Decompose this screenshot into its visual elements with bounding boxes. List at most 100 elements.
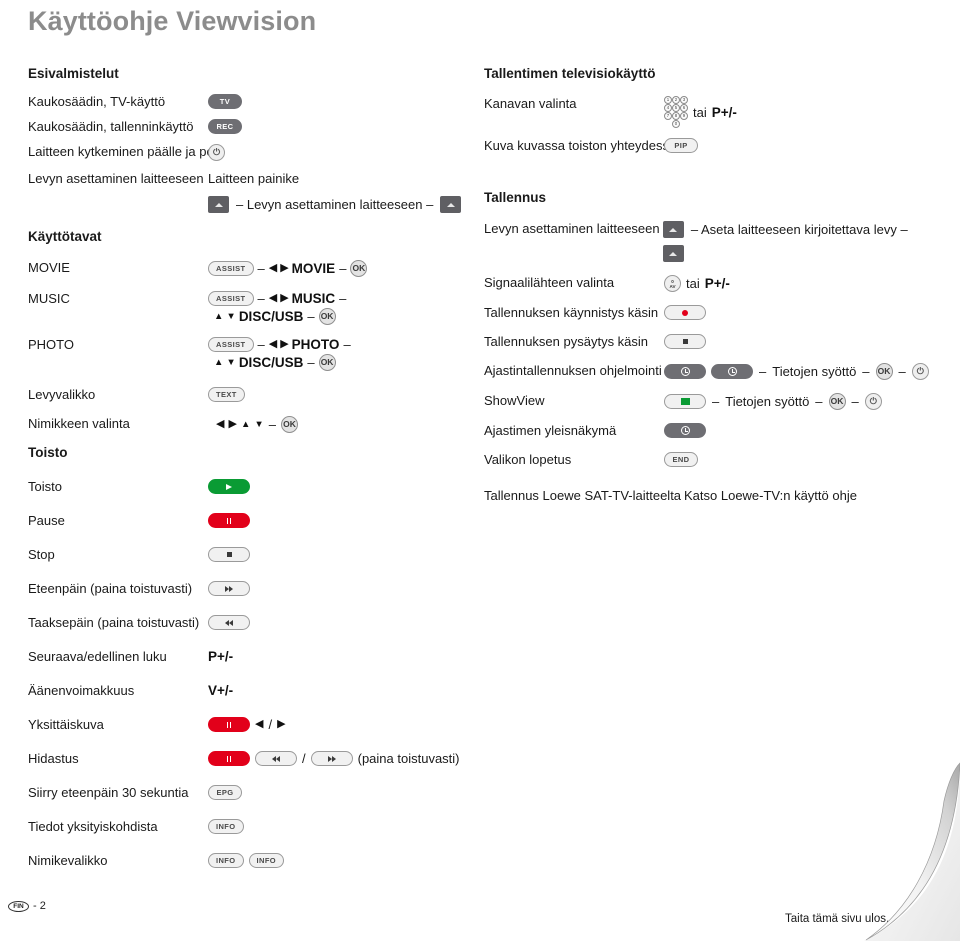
p-plus-minus-label[interactable]: P+/- [712,105,737,120]
section-heading-kayttotavat: Käyttötavat [28,229,102,244]
info-button[interactable]: INFO [208,853,244,868]
arrow-up-icon[interactable]: ▲ [241,419,250,430]
separator-dash: – [851,394,859,409]
info-button[interactable]: INFO [248,853,285,868]
assist-button[interactable]: ASSIST [208,261,254,276]
pip-button[interactable]: PIP [664,138,698,153]
arrow-right-icon[interactable]: ▶ [280,339,288,350]
stop-button[interactable] [208,547,250,562]
row-record-start: Tallennuksen käynnistys käsin [484,305,934,321]
arrow-right-icon[interactable]: ▶ [228,419,236,430]
power-icon[interactable]: ⏻ [208,144,225,161]
info-button[interactable]: INFO [208,819,244,834]
v-plus-minus-label[interactable]: V+/- [208,683,233,698]
arrow-right-icon[interactable]: ▶ [280,263,288,274]
row-music: MUSIC ASSIST – ◀ ▶ MUSIC – ▲ ▼ DISC/USB … [28,291,468,325]
eject-icon[interactable] [662,245,684,262]
separator-dash: – [257,291,265,306]
eject-icon[interactable] [208,196,229,213]
rewind-button[interactable] [208,615,250,630]
row-label: Eteenpäin (paina toistuvasti) [28,581,193,596]
pause-icon [226,755,232,762]
arrow-right-icon[interactable]: ▶ [277,719,285,730]
row-label: Tallennuksen käynnistys käsin [484,305,659,320]
assist-button[interactable]: ASSIST [208,291,254,306]
ok-button[interactable]: OK [280,416,298,433]
arrow-left-icon[interactable]: ◀ [255,719,263,730]
ok-button[interactable]: OK [350,260,368,277]
slash-separator: / [268,717,273,732]
assist-button[interactable]: ASSIST [208,337,254,352]
arrow-down-icon[interactable]: ▼ [226,357,235,368]
keypad-key: 8 [672,112,680,120]
pause-button[interactable] [208,717,250,732]
separator-dash: – [898,364,906,379]
pause-button[interactable] [208,751,250,766]
stop-icon [682,339,688,344]
fold-out-note: Taita tämä sivu ulos. [785,913,890,925]
arrow-left-icon[interactable]: ◀ [269,293,277,304]
timer-button[interactable] [664,423,706,438]
power-icon[interactable]: ⏻ [864,393,882,410]
av-source-button[interactable]: 0 AV [664,275,681,292]
row-sat-tv-note: Tallennus Loewe SAT-TV-laitteelta Katso … [484,488,934,503]
record-button[interactable] [664,305,706,320]
p-plus-minus-label[interactable]: P+/- [208,649,233,664]
clock-icon [727,367,737,376]
row-channel-selection: Kanavan valinta 1 2 3 4 5 6 7 8 9 0 tai … [484,96,934,128]
tv-button[interactable]: TV [208,94,242,109]
epg-button[interactable]: EPG [208,785,242,800]
timer-button[interactable] [664,364,706,379]
arrow-left-icon[interactable]: ◀ [269,339,277,350]
row-slow-motion: Hidastus / (paina toistuvasti) [28,751,468,767]
row-label: Hidastus [28,751,79,766]
showview-button[interactable] [664,394,706,409]
ok-button[interactable]: OK [318,354,336,371]
rec-button[interactable]: REC [208,119,242,134]
keypad-key: 0 [672,120,680,128]
footer-left: FIN - 2 [8,900,46,912]
sat-tv-note-left: Tallennus Loewe SAT-TV-laitteelta [484,488,682,503]
row-label: Taaksepäin (paina toistuvasti) [28,615,200,630]
row-label: Levyn asettaminen laitteeseen [484,221,660,236]
end-button[interactable]: END [664,452,698,467]
text-button[interactable]: TEXT [208,387,245,402]
rewind-button[interactable] [255,751,297,766]
arrow-down-icon[interactable]: ▼ [254,419,263,430]
mode-label-music: MUSIC [291,291,336,306]
eject-icon[interactable] [440,196,462,213]
row-label: Toisto [28,479,62,494]
section-heading-tallentimen-televisiokaytto: Tallentimen televisiokäyttö [484,66,656,81]
ok-button[interactable]: OK [875,363,893,380]
fast-forward-button[interactable] [310,751,353,766]
play-button[interactable] [208,479,250,494]
fast-forward-button[interactable] [208,581,250,596]
p-plus-minus-label[interactable]: P+/- [705,276,730,291]
arrow-down-icon[interactable]: ▼ [226,311,235,322]
arrow-left-icon[interactable]: ◀ [269,263,277,274]
sat-tv-note-right: Katso Loewe-TV:n käyttö ohje [684,488,857,503]
section-heading-esivalmistelut: Esivalmistelut [28,66,119,81]
row-pause: Pause [28,513,468,529]
row-label: Kuva kuvassa toiston yhteydessä [484,138,677,153]
keypad-key: 9 [680,112,688,120]
ok-button[interactable]: OK [318,308,336,325]
row-label: Ajastimen yleisnäkymä [484,423,617,438]
arrow-up-icon[interactable]: ▲ [214,357,223,368]
timer-button[interactable] [711,364,753,379]
arrow-left-icon[interactable]: ◀ [216,419,224,430]
numeric-keypad-icon[interactable]: 1 2 3 4 5 6 7 8 9 0 [664,96,688,128]
stop-button[interactable] [664,334,706,349]
pause-button[interactable] [208,513,250,528]
page-number: - 2 [33,900,46,912]
row-volume: Äänenvoimakkuus V+/- [28,683,468,699]
arrow-right-icon[interactable]: ▶ [280,293,288,304]
ok-button[interactable]: OK [828,393,846,410]
eject-sequence-text: – Levyn asettaminen laitteeseen – [236,197,434,212]
row-label: Seuraava/edellinen luku [28,649,167,664]
row-still-frame: Yksittäiskuva ◀ / ▶ [28,717,468,733]
power-icon[interactable]: ⏻ [911,363,929,380]
arrow-up-icon[interactable]: ▲ [214,311,223,322]
eject-icon[interactable] [662,221,684,238]
pause-icon [226,517,232,524]
